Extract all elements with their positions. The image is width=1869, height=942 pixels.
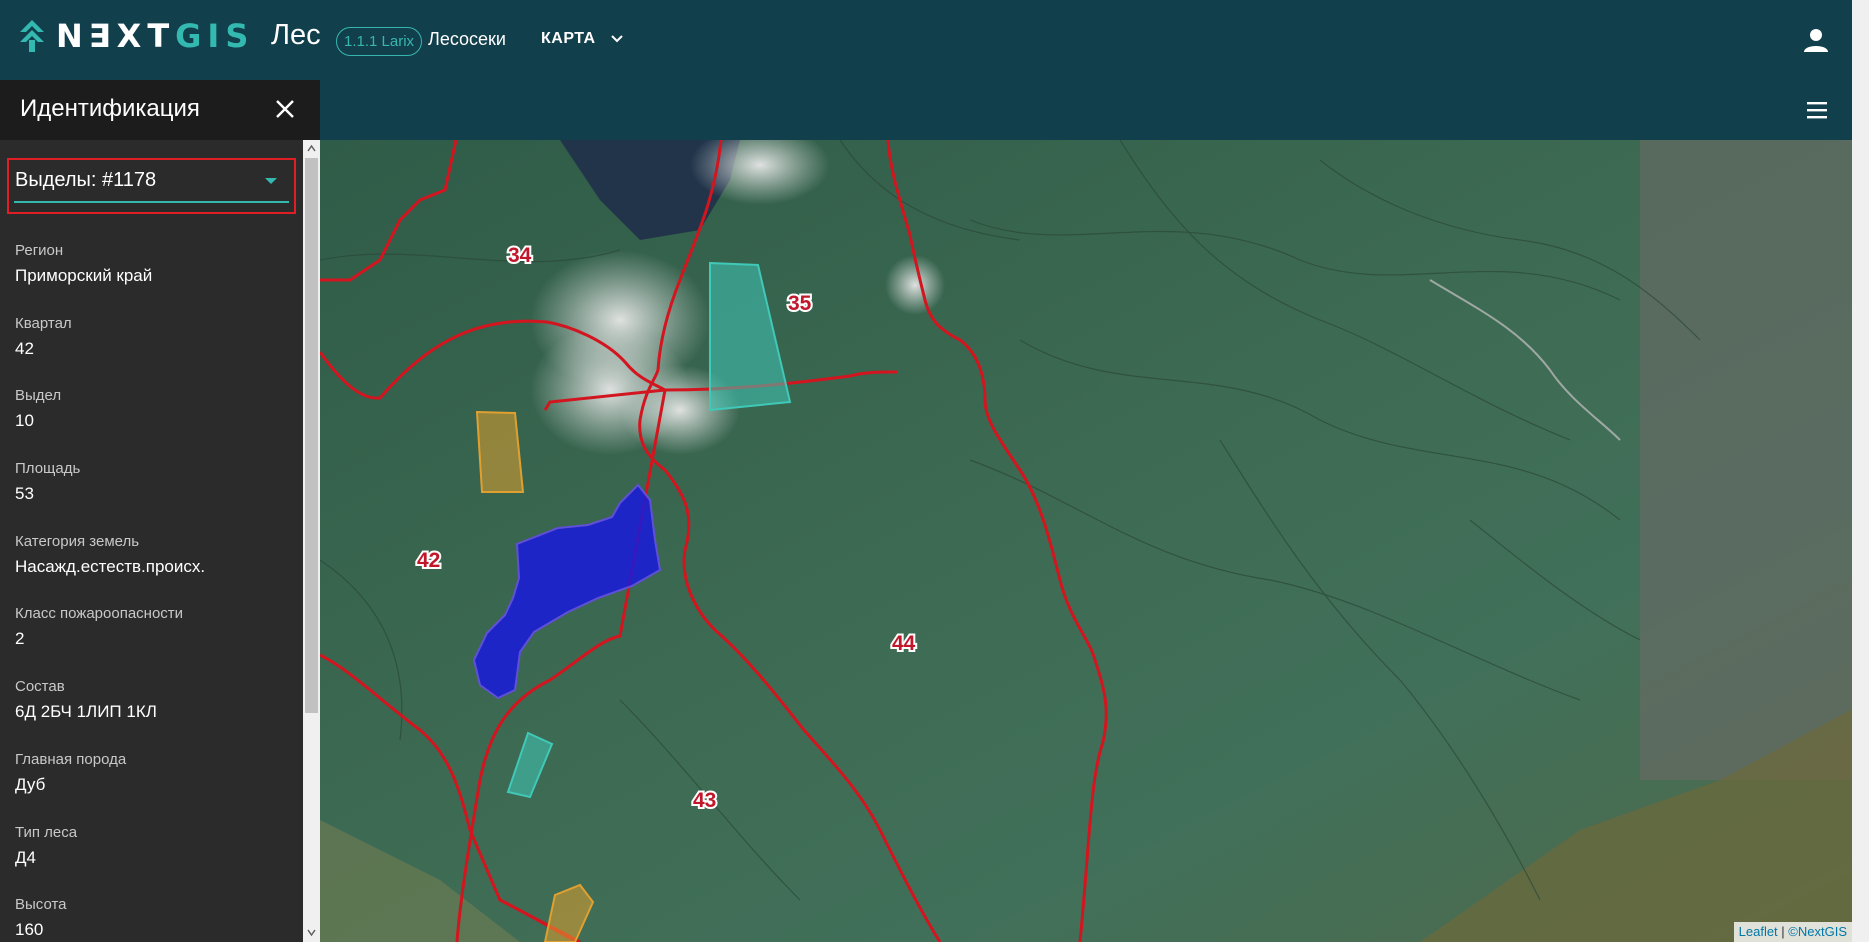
attribute-value: 160 xyxy=(15,920,44,940)
page-scrollbar[interactable] xyxy=(1852,140,1869,942)
attribute-value: 6Д 2БЧ 1ЛИП 1КЛ xyxy=(15,702,157,722)
identification-panel: Идентификация Выделы: #1178 Регион Примо… xyxy=(0,80,320,942)
attribute-row: Тип леса Д4 xyxy=(15,824,295,897)
logo-text: N∃XTGIS xyxy=(56,17,254,55)
map-toolbar xyxy=(320,80,1869,140)
attribute-row: Выдел 10 xyxy=(15,387,295,460)
feature-select-value: Выделы: #1178 xyxy=(15,169,157,191)
nav-map-dropdown[interactable]: КАРТА xyxy=(541,30,624,48)
attribute-row: Категория земель Насажд.естеств.происх. xyxy=(15,533,295,606)
top-header: N∃XTGIS Лес 1.1.1 Larix Лесосеки КАРТА xyxy=(0,0,1869,80)
terrain-bare-east xyxy=(1640,140,1869,780)
attribute-row: Квартал 42 xyxy=(15,315,295,388)
attribute-row: Высота 160 xyxy=(15,896,295,942)
attribute-value: 2 xyxy=(15,629,25,649)
attribute-row: Главная порода Дуб xyxy=(15,751,295,824)
close-icon[interactable] xyxy=(274,98,296,120)
attribute-row: Площадь 53 xyxy=(15,460,295,533)
attribute-list: Регион Приморский край Квартал 42 Выдел … xyxy=(15,242,295,942)
scroll-down-arrow-icon[interactable] xyxy=(307,928,316,937)
scroll-up-arrow-icon[interactable] xyxy=(307,144,316,153)
nextgis-logo-icon xyxy=(20,20,44,52)
attribute-label: Класс пожароопасности xyxy=(15,605,184,623)
nextgis-logo[interactable]: N∃XTGIS xyxy=(18,17,254,55)
attribute-value: 10 xyxy=(15,411,34,431)
logo-text-part1: N∃XT xyxy=(56,17,176,55)
satellite-map-canvas[interactable]: 34 35 42 44 43 xyxy=(320,140,1869,942)
attribute-label: Состав xyxy=(15,678,65,696)
panel-header: Идентификация xyxy=(0,80,320,140)
nextgis-link[interactable]: ©NextGIS xyxy=(1788,924,1847,939)
quarter-label: 44 xyxy=(892,632,916,655)
quarter-label: 43 xyxy=(693,789,716,812)
feature-select[interactable]: Выделы: #1178 xyxy=(7,158,296,214)
attribute-value: 53 xyxy=(15,484,34,504)
attribute-value: Приморский край xyxy=(15,266,153,285)
attribute-value: Д4 xyxy=(15,847,36,867)
panel-scrollbar-thumb[interactable] xyxy=(305,158,318,713)
attribute-label: Квартал xyxy=(15,314,72,332)
attribute-label: Выдел xyxy=(15,387,62,405)
panel-scrollbar[interactable] xyxy=(303,140,320,942)
panel-title: Идентификация xyxy=(20,95,200,122)
app-root: N∃XTGIS Лес 1.1.1 Larix Лесосеки КАРТА И… xyxy=(0,0,1869,942)
attribute-row: Класс пожароопасности 2 xyxy=(15,605,295,678)
cutting-area-orange[interactable] xyxy=(475,410,525,493)
nav-map-label: КАРТА xyxy=(541,30,596,47)
chevron-down-icon xyxy=(610,35,623,43)
hamburger-menu-icon[interactable] xyxy=(1805,98,1829,122)
attribute-label: Тип леса xyxy=(15,823,78,841)
quarter-label: 42 xyxy=(417,549,440,572)
attribute-label: Площадь xyxy=(15,460,81,478)
attribute-label: Главная порода xyxy=(15,750,127,768)
attribute-label: Регион xyxy=(15,242,64,259)
quarter-label: 34 xyxy=(508,244,532,267)
map-view[interactable]: 34 35 42 44 43 Leaflet | ©NextGIS xyxy=(320,140,1869,942)
map-attribution: Leaflet | ©NextGIS xyxy=(1733,922,1852,942)
user-icon[interactable] xyxy=(1803,27,1829,53)
attribute-value: Дуб xyxy=(15,774,46,794)
caret-down-icon xyxy=(265,178,277,184)
attribute-value: 42 xyxy=(15,338,34,358)
logo-text-part2: GIS xyxy=(175,17,255,55)
attribute-label: Категория земель xyxy=(15,532,140,550)
attribute-value: Насажд.естеств.происх. xyxy=(15,556,206,576)
app-name: Лес xyxy=(271,19,321,51)
page-scrollbar-top[interactable] xyxy=(1852,0,1869,140)
quarter-label: 35 xyxy=(788,292,812,315)
select-underline xyxy=(14,201,289,203)
attribute-row: Регион Приморский край xyxy=(15,242,295,315)
nav-cutting-link[interactable]: Лесосеки xyxy=(428,29,506,50)
leaflet-link[interactable]: Leaflet xyxy=(1739,924,1778,939)
attribution-separator: | xyxy=(1777,924,1789,939)
attribute-row: Состав 6Д 2БЧ 1ЛИП 1КЛ xyxy=(15,678,295,751)
version-badge: 1.1.1 Larix xyxy=(336,27,423,56)
attribute-label: Высота xyxy=(15,896,67,914)
